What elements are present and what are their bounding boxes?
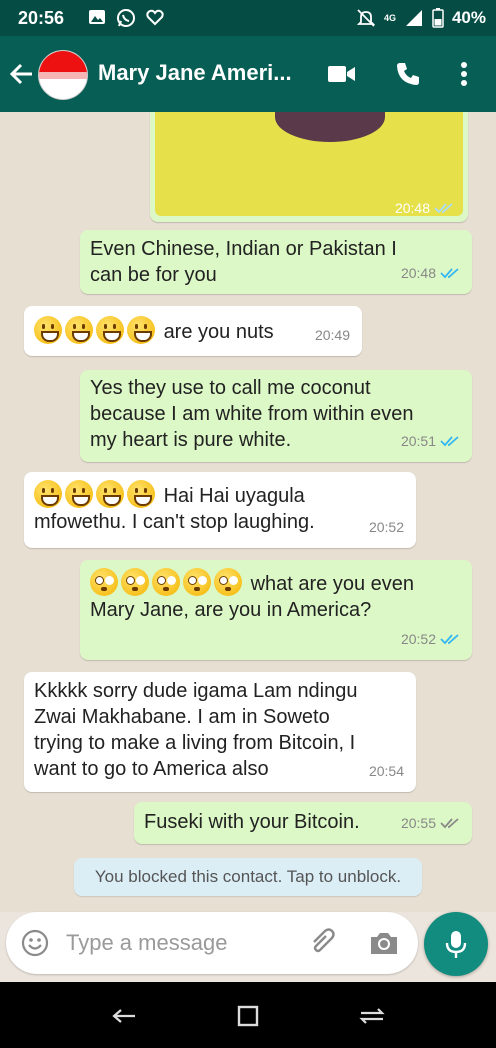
emoji-button[interactable] <box>20 928 50 958</box>
conversation[interactable]: 20:48 Even Chinese, Indian or Pakistan I… <box>0 112 496 912</box>
back-button[interactable] <box>6 58 38 90</box>
grinning-face-emoji-icon <box>65 480 93 508</box>
message-time: 20:48 <box>400 265 436 281</box>
incoming-message[interactable]: Kkkkk sorry dude igama Lam ndingu Zwai M… <box>24 672 416 792</box>
contact-avatar[interactable] <box>38 50 88 100</box>
camera-icon <box>371 933 397 954</box>
nav-switch-icon <box>359 1008 385 1024</box>
message-text: Kkkkk sorry dude igama Lam ndingu Zwai M… <box>34 680 358 780</box>
emoji-row <box>90 568 245 596</box>
emoji-row <box>34 480 158 508</box>
read-ticks-icon <box>440 268 459 279</box>
grinning-face-emoji-icon <box>127 480 155 508</box>
message-text: are you nuts <box>163 321 274 343</box>
message-time: 20:49 <box>314 327 350 343</box>
nav-back-icon <box>112 1009 135 1023</box>
read-ticks-icon <box>434 203 453 214</box>
heart-notification-icon <box>146 9 164 26</box>
grinning-face-emoji-icon <box>34 316 62 344</box>
read-ticks-icon <box>440 634 459 645</box>
blocked-contact-notice[interactable]: You blocked this contact. Tap to unblock… <box>74 858 422 896</box>
message-meta: 20:48 <box>401 260 460 286</box>
outgoing-message[interactable]: Even Chinese, Indian or Pakistan I can b… <box>80 230 472 294</box>
message-time: 20:54 <box>368 763 404 779</box>
more-options-icon <box>461 62 467 86</box>
nav-switch-button[interactable] <box>356 1000 388 1032</box>
message-time: 20:52 <box>400 631 436 647</box>
message-meta: 20:48 <box>395 200 454 216</box>
system-navigation-bar <box>0 982 496 1048</box>
system-status-icons: 4G 40% <box>356 8 486 28</box>
outgoing-message[interactable]: Fuseki with your Bitcoin. 20:55 <box>134 802 472 844</box>
grinning-face-emoji-icon <box>127 316 155 344</box>
notification-icons <box>88 8 164 28</box>
voice-call-button[interactable] <box>392 58 424 90</box>
network-type: 4G <box>383 13 396 23</box>
flushed-face-emoji-icon <box>183 568 211 596</box>
more-options-button[interactable] <box>448 58 480 90</box>
attach-button[interactable] <box>308 928 340 958</box>
incoming-message[interactable]: are you nuts 20:49 <box>24 306 362 356</box>
status-bar: 20:56 4G 40% <box>0 0 496 36</box>
delivered-ticks-icon <box>440 818 459 829</box>
incoming-message[interactable]: Hai Hai uyagula mfowethu. I can't stop l… <box>24 472 416 548</box>
emoji-icon <box>21 929 49 957</box>
camera-button[interactable] <box>368 928 400 958</box>
flushed-face-emoji-icon <box>214 568 242 596</box>
message-time: 20:51 <box>400 433 436 449</box>
photo-message[interactable]: 20:48 <box>150 112 468 222</box>
phone-icon <box>397 63 419 85</box>
outgoing-message[interactable]: what are you even Mary Jane, are you in … <box>80 560 472 660</box>
contact-name[interactable]: Mary Jane Ameri... <box>98 60 292 86</box>
message-meta: 20:52 <box>401 626 460 652</box>
flushed-face-emoji-icon <box>121 568 149 596</box>
nav-back-button[interactable] <box>108 1000 140 1032</box>
video-call-button[interactable] <box>326 58 358 90</box>
read-ticks-icon <box>440 436 459 447</box>
nav-recents-button[interactable] <box>232 1000 264 1032</box>
message-meta: 20:51 <box>401 428 460 454</box>
nav-recents-icon <box>237 1005 259 1027</box>
grinning-face-emoji-icon <box>65 316 93 344</box>
chat-header: Mary Jane Ameri... <box>0 36 496 112</box>
message-meta: 20:54 <box>369 758 404 784</box>
grinning-face-emoji-icon <box>96 480 124 508</box>
gallery-notification-icon <box>89 10 105 24</box>
battery-icon <box>432 8 444 28</box>
mic-icon <box>445 931 467 958</box>
message-time: 20:48 <box>394 200 430 216</box>
whatsapp-notification-icon <box>117 9 135 27</box>
message-text: Fuseki with your Bitcoin. <box>144 811 360 833</box>
message-meta: 20:49 <box>315 322 350 348</box>
flushed-face-emoji-icon <box>90 568 118 596</box>
message-time: 20:52 <box>368 519 404 535</box>
outgoing-message[interactable]: Yes they use to call me coconut because … <box>80 370 472 462</box>
grinning-face-emoji-icon <box>34 480 62 508</box>
message-input[interactable] <box>66 926 296 960</box>
mute-icon <box>356 9 376 27</box>
emoji-row <box>34 316 158 344</box>
voice-message-button[interactable] <box>424 912 488 976</box>
message-time: 20:55 <box>400 815 436 831</box>
message-meta: 20:52 <box>369 514 404 540</box>
grinning-face-emoji-icon <box>96 316 124 344</box>
attach-icon <box>313 928 335 953</box>
video-call-icon <box>328 66 355 82</box>
battery-percent: 40% <box>451 8 486 27</box>
signal-icon <box>405 10 422 26</box>
status-time: 20:56 <box>18 8 65 28</box>
message-meta: 20:55 <box>401 810 460 836</box>
flushed-face-emoji-icon <box>152 568 180 596</box>
message-composer <box>6 912 418 974</box>
back-arrow-icon <box>9 63 32 85</box>
